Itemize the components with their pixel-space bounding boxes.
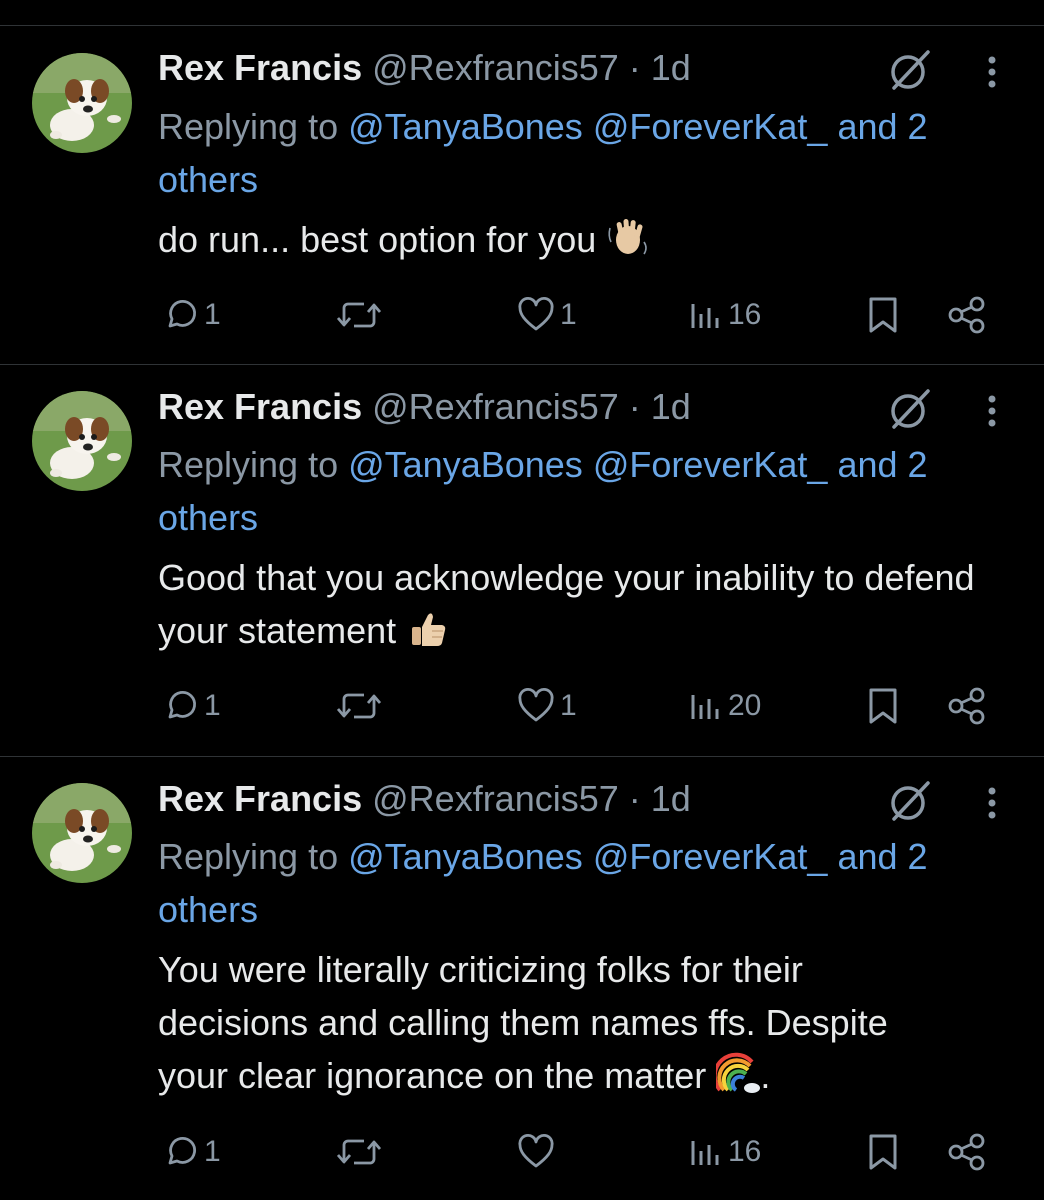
tweet-text-line: You were literally criticizing folks for… <box>158 949 803 990</box>
retweet-icon <box>336 693 382 719</box>
timestamp[interactable]: 1d <box>651 386 691 427</box>
share-icon <box>948 687 985 725</box>
bookmark-icon <box>869 1134 897 1170</box>
avatar[interactable] <box>32 783 132 883</box>
bookmark-button[interactable] <box>866 290 900 340</box>
tweet-actions: 1 1 20 <box>0 681 1044 731</box>
reply-count: 1 <box>204 1135 221 1168</box>
thumbs-up-emoji <box>412 613 446 646</box>
replying-to: Replying to @TanyaBones @ForeverKat_ and… <box>158 830 1008 936</box>
mention-foreverkat[interactable]: @ForeverKat_ <box>593 836 828 877</box>
view-count: 16 <box>728 1135 762 1168</box>
separator-dot: · <box>618 47 651 88</box>
reply-icon <box>168 691 196 719</box>
reply-icon <box>168 300 196 328</box>
like-count: 1 <box>560 689 577 722</box>
heart-icon <box>518 1133 554 1168</box>
heart-icon <box>518 687 554 722</box>
retweet-icon <box>336 302 382 328</box>
bookmark-icon <box>869 297 897 333</box>
tweet-2[interactable]: Rex Francis @Rexfrancis57 · 1d Replying … <box>0 365 1044 756</box>
tweet-text-content: do run... best option for you <box>158 219 597 260</box>
like-count: 1 <box>560 298 577 331</box>
timestamp[interactable]: 1d <box>651 778 691 819</box>
grok-icon[interactable] <box>886 777 934 825</box>
retweet-button[interactable] <box>334 290 388 340</box>
tweet-text-line: your clear ignorance on the matter <box>158 1055 707 1096</box>
mention-tanyabones[interactable]: @TanyaBones <box>348 106 583 147</box>
mention-foreverkat[interactable]: @ForeverKat_ <box>593 444 828 485</box>
reply-button[interactable]: 1 <box>162 681 221 731</box>
tweet-text-line: decisions and calling them names ffs. De… <box>158 1002 888 1043</box>
user-handle[interactable]: @Rexfrancis57 <box>372 47 619 88</box>
view-count: 20 <box>728 689 762 722</box>
share-button[interactable] <box>946 681 988 731</box>
waving-hand-emoji <box>608 218 648 255</box>
views-button[interactable]: 16 <box>688 290 761 340</box>
avatar[interactable] <box>32 391 132 491</box>
views-icon <box>691 695 719 719</box>
reply-button[interactable]: 1 <box>162 1127 221 1177</box>
more-vertical-icon[interactable] <box>976 52 1008 92</box>
grok-icon[interactable] <box>886 46 934 94</box>
like-button[interactable]: 1 <box>516 290 577 340</box>
more-vertical-icon[interactable] <box>976 391 1008 431</box>
more-vertical-icon[interactable] <box>976 783 1008 823</box>
tweet-actions: 1 16 <box>0 1127 1044 1177</box>
tweet-header: Rex Francis @Rexfrancis57 · 1d <box>158 777 904 821</box>
views-icon <box>691 304 719 328</box>
bookmark-button[interactable] <box>866 681 900 731</box>
replying-prefix: Replying to <box>158 444 349 485</box>
tweet-actions: 1 1 16 <box>0 290 1044 340</box>
tweet-text-content: Good that you acknowledge your inability… <box>158 557 975 651</box>
share-button[interactable] <box>946 1127 988 1177</box>
views-button[interactable]: 20 <box>688 681 761 731</box>
display-name[interactable]: Rex Francis <box>158 47 362 88</box>
reply-icon <box>168 1137 196 1165</box>
bookmark-icon <box>869 688 897 724</box>
tweet-text-line-last: your clear ignorance on the matter . <box>158 1049 1018 1102</box>
retweet-icon <box>336 1139 382 1165</box>
replying-to: Replying to @TanyaBones @ForeverKat_ and… <box>158 438 1008 544</box>
avatar[interactable] <box>32 53 132 153</box>
replying-prefix: Replying to <box>158 106 349 147</box>
mention-tanyabones[interactable]: @TanyaBones <box>348 836 583 877</box>
heart-icon <box>518 296 554 331</box>
retweet-button[interactable] <box>334 681 388 731</box>
bookmark-button[interactable] <box>866 1127 900 1177</box>
tweet-text: You were literally criticizing folks for… <box>158 943 1018 1102</box>
mention-tanyabones[interactable]: @TanyaBones <box>348 444 583 485</box>
reply-count: 1 <box>204 689 221 722</box>
user-handle[interactable]: @Rexfrancis57 <box>372 386 619 427</box>
replying-prefix: Replying to <box>158 836 349 877</box>
separator-dot: · <box>618 778 651 819</box>
tweet-header: Rex Francis @Rexfrancis57 · 1d <box>158 385 904 429</box>
share-button[interactable] <box>946 290 988 340</box>
tweet-header: Rex Francis @Rexfrancis57 · 1d <box>158 46 904 90</box>
views-button[interactable]: 16 <box>688 1127 761 1177</box>
display-name[interactable]: Rex Francis <box>158 778 362 819</box>
share-icon <box>948 296 985 334</box>
tweet-text: do run... best option for you <box>158 213 1018 266</box>
tweet-1[interactable]: Rex Francis @Rexfrancis57 · 1d Replying … <box>0 0 1044 365</box>
like-button[interactable]: 1 <box>516 681 577 731</box>
rainbow-emoji <box>716 1052 761 1093</box>
view-count: 16 <box>728 298 762 331</box>
share-icon <box>948 1133 985 1171</box>
separator-dot: · <box>618 386 651 427</box>
views-icon <box>691 1141 719 1165</box>
mention-foreverkat[interactable]: @ForeverKat_ <box>593 106 828 147</box>
timestamp[interactable]: 1d <box>651 47 691 88</box>
user-handle[interactable]: @Rexfrancis57 <box>372 778 619 819</box>
display-name[interactable]: Rex Francis <box>158 386 362 427</box>
grok-icon[interactable] <box>886 385 934 433</box>
reply-count: 1 <box>204 298 221 331</box>
retweet-button[interactable] <box>334 1127 388 1177</box>
tweet-3[interactable]: Rex Francis @Rexfrancis57 · 1d Replying … <box>0 757 1044 1200</box>
tweet-text: Good that you acknowledge your inability… <box>158 551 988 657</box>
replying-to: Replying to @TanyaBones @ForeverKat_ and… <box>158 100 1008 206</box>
like-button[interactable] <box>516 1127 560 1177</box>
reply-button[interactable]: 1 <box>162 290 221 340</box>
tweet-text-tail: . <box>760 1055 771 1096</box>
